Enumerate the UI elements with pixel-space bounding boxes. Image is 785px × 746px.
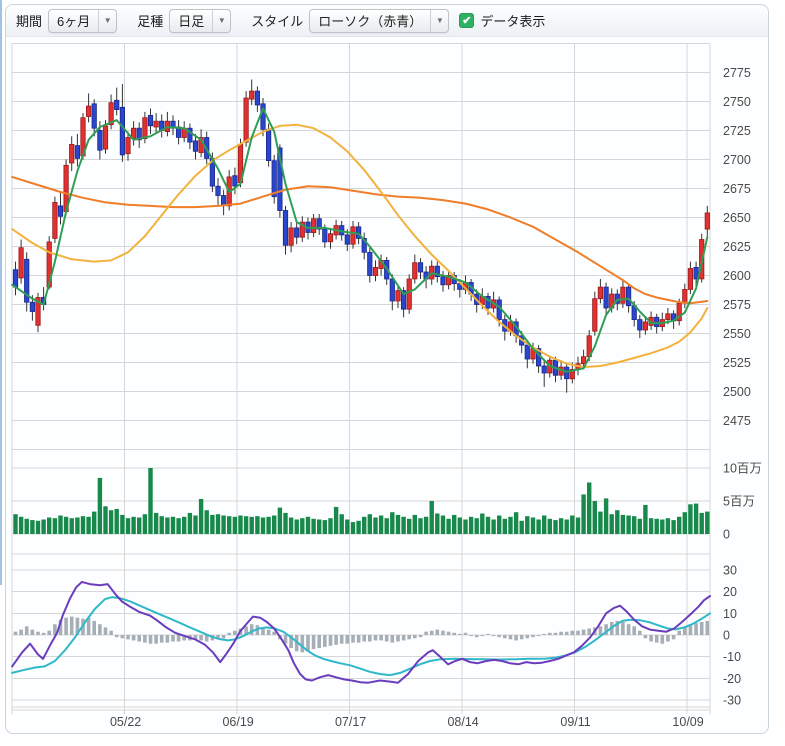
style-value: ローソク（赤青） xyxy=(310,10,430,32)
check-icon: ✔ xyxy=(462,14,471,27)
toolbar: 期間 6ヶ月 ▼ 足種 日足 ▼ スタイル ローソク（赤青） ▼ ✔ データ表示 xyxy=(6,5,768,37)
bar-type-label: 足種 xyxy=(137,11,163,30)
chart-panel: 期間 6ヶ月 ▼ 足種 日足 ▼ スタイル ローソク（赤青） ▼ ✔ データ表示 xyxy=(5,4,769,734)
style-dropdown[interactable]: ローソク（赤青） ▼ xyxy=(309,9,449,33)
period-value: 6ヶ月 xyxy=(49,10,98,32)
data-display-toggle: ✔ データ表示 xyxy=(459,11,545,30)
style-label: スタイル xyxy=(251,11,303,30)
chevron-down-icon[interactable]: ▼ xyxy=(98,10,116,32)
chevron-down-icon[interactable]: ▼ xyxy=(212,10,230,32)
data-display-label: データ表示 xyxy=(480,11,545,30)
bar-type-value: 日足 xyxy=(170,10,212,32)
chart-canvas[interactable] xyxy=(11,41,775,739)
period-label: 期間 xyxy=(16,11,42,30)
bar-type-dropdown[interactable]: 日足 ▼ xyxy=(169,9,231,33)
page-edge-accent xyxy=(0,0,2,585)
chevron-down-icon[interactable]: ▼ xyxy=(430,10,448,32)
period-dropdown[interactable]: 6ヶ月 ▼ xyxy=(48,9,117,33)
data-display-checkbox[interactable]: ✔ xyxy=(459,13,474,28)
